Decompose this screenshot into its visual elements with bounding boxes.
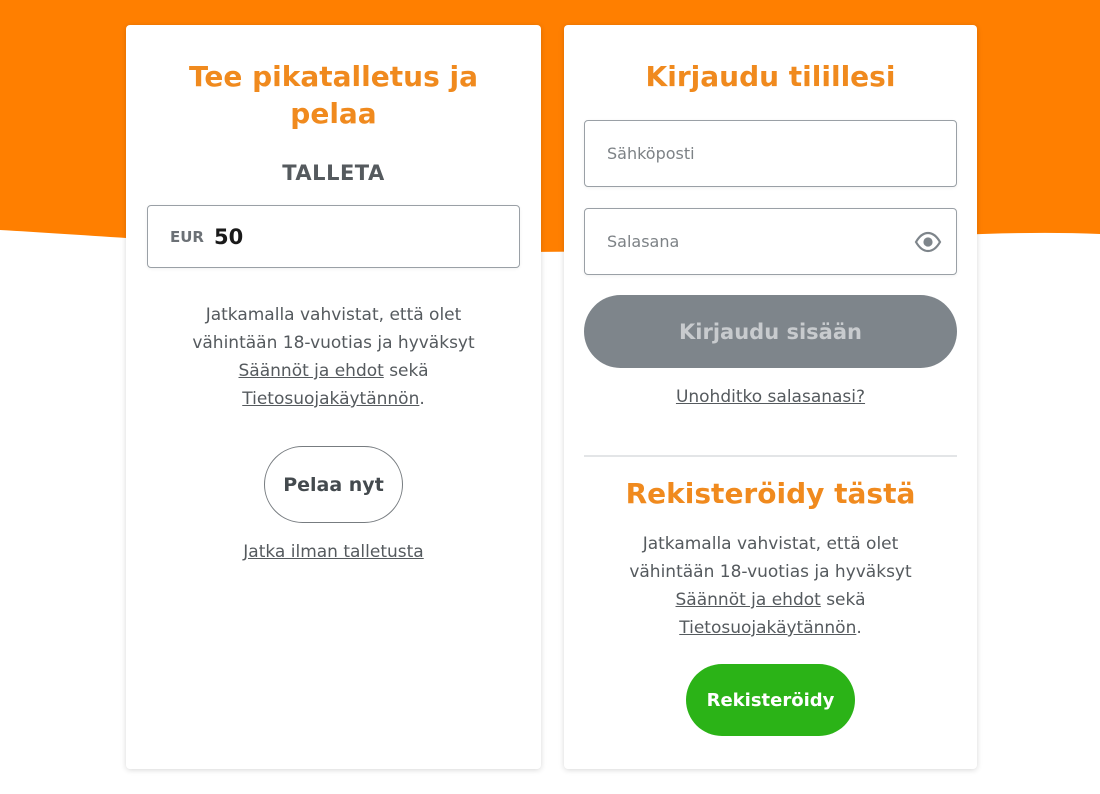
quick-deposit-title: Tee pikatalletus ja pelaa [126, 58, 541, 132]
deposit-amount-field[interactable]: EUR 50 [147, 205, 520, 268]
quick-deposit-card: Tee pikatalletus ja pelaa TALLETA EUR 50… [126, 25, 541, 769]
section-divider [584, 455, 957, 457]
deposit-amount-value[interactable]: 50 [214, 225, 243, 249]
play-now-button[interactable]: Pelaa nyt [264, 446, 403, 523]
register-title: Rekisteröidy tästä [625, 477, 916, 510]
terms-period: . [419, 389, 425, 409]
forgot-password-container: Unohditko salasanasi? [564, 387, 977, 407]
register-terms-and-text: sekä [820, 590, 866, 610]
terms-link[interactable]: Säännöt ja ehdot [239, 361, 384, 381]
deposit-label: TALLETA [282, 161, 385, 185]
eye-icon[interactable] [914, 230, 942, 254]
quick-deposit-title-line1: Tee pikatalletus ja [189, 60, 478, 93]
quick-deposit-title-line2: pelaa [290, 97, 377, 130]
login-button[interactable]: Kirjaudu sisään [584, 295, 957, 368]
login-title: Kirjaudu tilillesi [645, 60, 896, 93]
register-terms-line-2: vähintään 18-vuotias ja hyväksyt [629, 562, 912, 582]
forgot-password-link[interactable]: Unohditko salasanasi? [676, 387, 865, 407]
email-field[interactable] [584, 120, 957, 187]
currency-label: EUR [170, 227, 204, 246]
password-input[interactable] [607, 232, 897, 251]
register-terms-period: . [856, 618, 862, 638]
register-terms-text: Jatkamalla vahvistat, että olet vähintää… [564, 530, 977, 642]
login-card: Kirjaudu tilillesi Kirjaudu sisään Unohd… [564, 25, 977, 769]
terms-and-text: sekä [383, 361, 429, 381]
continue-without-deposit-container: Jatka ilman talletusta [126, 542, 541, 562]
register-button[interactable]: Rekisteröidy [686, 664, 855, 736]
deposit-terms-text: Jatkamalla vahvistat, että olet vähintää… [126, 301, 541, 413]
privacy-link[interactable]: Tietosuojakäytännön [242, 389, 419, 409]
register-terms-line-1: Jatkamalla vahvistat, että olet [642, 534, 899, 554]
terms-line-1: Jatkamalla vahvistat, että olet [205, 305, 462, 325]
password-field[interactable] [584, 208, 957, 275]
terms-line-2: vähintään 18-vuotias ja hyväksyt [192, 333, 475, 353]
email-input[interactable] [607, 144, 897, 163]
continue-without-deposit-link[interactable]: Jatka ilman talletusta [243, 542, 423, 562]
register-terms-link[interactable]: Säännöt ja ehdot [676, 590, 821, 610]
register-privacy-link[interactable]: Tietosuojakäytännön [679, 618, 856, 638]
